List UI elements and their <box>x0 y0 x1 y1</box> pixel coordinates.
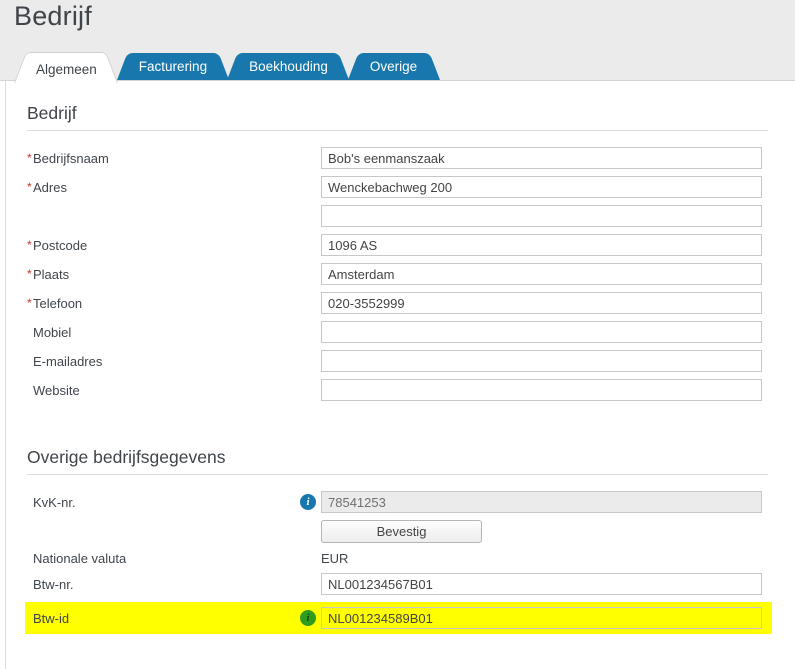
form-row-btw-nr: Btw-nr. <box>27 573 768 595</box>
form-row-btw-id-highlighted: Btw-id i <box>25 602 772 634</box>
field-label: * Telefoon <box>27 296 321 311</box>
telefoon-label: Telefoon <box>33 295 83 311</box>
section-title-bedrijf: Bedrijf <box>27 103 768 131</box>
bedrijfsnaam-input[interactable] <box>321 147 762 169</box>
form-row-plaats: * Plaats <box>27 263 768 285</box>
plaats-input[interactable] <box>321 263 762 285</box>
tab-overige-label: Overige <box>369 59 418 74</box>
field-label: * Postcode <box>27 238 321 253</box>
field-label: E-mailadres <box>27 354 321 369</box>
field-label: Btw-nr. <box>27 577 321 592</box>
nationale-valuta-value: EUR <box>321 551 349 566</box>
field-label: * Bedrijfsnaam <box>27 151 321 166</box>
kvk-info-icon[interactable]: i <box>300 494 316 510</box>
emailadres-label: E-mailadres <box>33 353 103 369</box>
form-row-adres: * Adres <box>27 176 768 198</box>
website-input[interactable] <box>321 379 762 401</box>
tab-panel-algemeen: Bedrijf * Bedrijfsnaam * Adres * Postcod… <box>5 81 795 669</box>
form-row-kvk: KvK-nr. i <box>27 491 768 513</box>
form-row-emailadres: E-mailadres <box>27 350 768 372</box>
form-row-postcode: * Postcode <box>27 234 768 256</box>
nationale-valuta-label: Nationale valuta <box>33 551 127 566</box>
field-label: KvK-nr. i <box>27 494 321 510</box>
btw-id-label: Btw-id <box>33 610 70 626</box>
mobiel-label: Mobiel <box>33 324 72 340</box>
form-row-website: Website <box>27 379 768 401</box>
form-row-nationale-valuta: Nationale valuta EUR <box>27 551 768 566</box>
emailadres-input[interactable] <box>321 350 762 372</box>
bedrijfsnaam-label: Bedrijfsnaam <box>33 150 109 166</box>
page-header: Bedrijf Algemeen Facturering Boekhouding… <box>0 0 795 81</box>
kvk-input <box>321 491 762 513</box>
tab-overige[interactable]: Overige <box>348 53 439 80</box>
form-row-mobiel: Mobiel <box>27 321 768 343</box>
tab-algemeen-label: Algemeen <box>36 61 97 77</box>
btw-nr-label: Btw-nr. <box>33 576 74 592</box>
tab-algemeen[interactable]: Algemeen <box>14 52 119 83</box>
tab-facturering-label: Facturering <box>138 59 208 74</box>
section-title-overige-bedrijfsgegevens: Overige bedrijfsgegevens <box>27 447 768 475</box>
field-label: Nationale valuta <box>27 551 321 566</box>
form-row-telefoon: * Telefoon <box>27 292 768 314</box>
adres-input[interactable] <box>321 176 762 198</box>
tab-bar: Algemeen Facturering Boekhouding Overige <box>14 52 437 80</box>
postcode-input[interactable] <box>321 234 762 256</box>
postcode-label: Postcode <box>33 237 88 253</box>
field-label: * Plaats <box>27 267 321 282</box>
btw-id-info-icon[interactable]: i <box>300 610 316 626</box>
form-row-bedrijfsnaam: * Bedrijfsnaam <box>27 147 768 169</box>
mobiel-input[interactable] <box>321 321 762 343</box>
adres-label: Adres <box>33 179 67 195</box>
form-row-bevestig: Bevestig <box>27 520 768 544</box>
bevestig-button[interactable]: Bevestig <box>321 520 482 543</box>
adres-2-input[interactable] <box>321 205 762 227</box>
telefoon-input[interactable] <box>321 292 762 314</box>
kvk-label: KvK-nr. <box>33 494 76 510</box>
tab-boekhouding[interactable]: Boekhouding <box>227 53 350 80</box>
tab-boekhouding-label: Boekhouding <box>249 59 328 74</box>
page-title: Bedrijf <box>14 1 92 31</box>
plaats-label: Plaats <box>33 266 70 282</box>
field-label: Mobiel <box>27 325 321 340</box>
field-label: * Adres <box>27 180 321 195</box>
btw-id-input[interactable] <box>321 607 762 629</box>
tab-facturering[interactable]: Facturering <box>117 53 229 80</box>
btw-nr-input[interactable] <box>321 573 762 595</box>
website-label: Website <box>33 382 80 398</box>
field-label: Website <box>27 383 321 398</box>
form-row-adres-2 <box>27 205 768 227</box>
field-label: Btw-id i <box>27 610 321 626</box>
